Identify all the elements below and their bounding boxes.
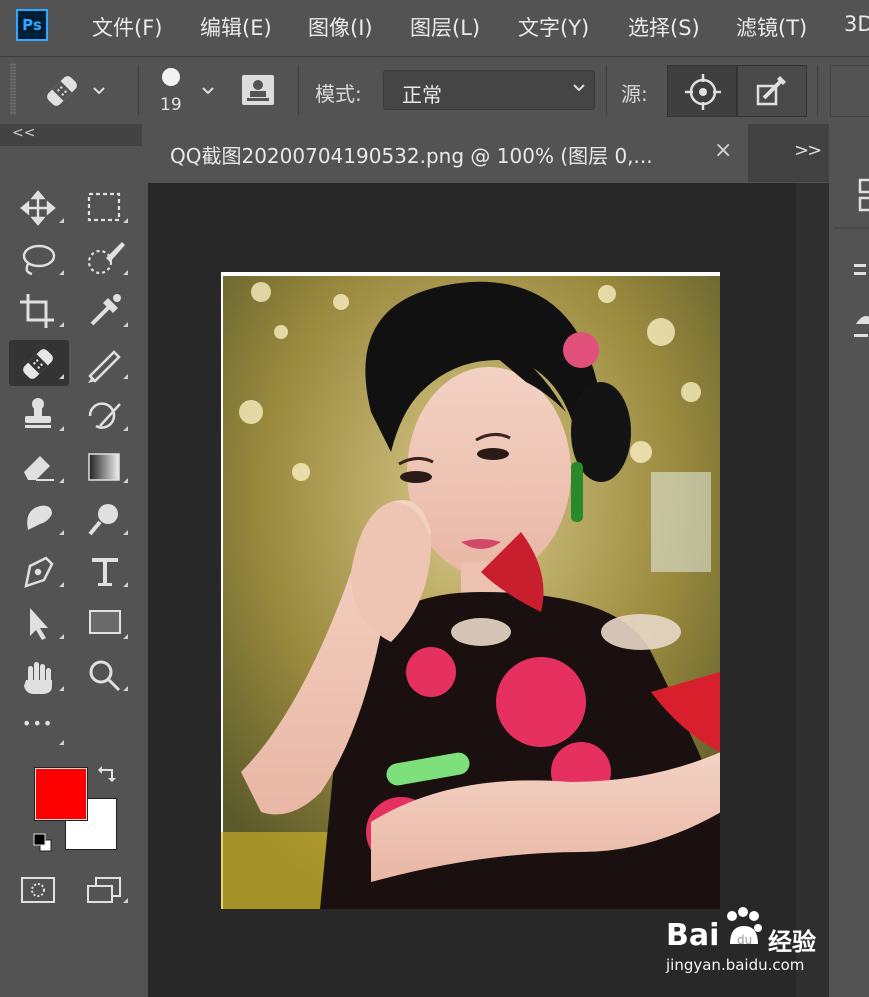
document-tab-title: QQ截图20200704190532.png @ 100% (图层 0,... [170, 144, 653, 168]
quick-selection-icon[interactable] [87, 242, 125, 275]
path-selection-icon[interactable] [30, 608, 48, 640]
eyedropper-pattern-icon [756, 76, 786, 106]
eraser-icon[interactable] [24, 456, 54, 481]
gradient-icon[interactable] [88, 453, 120, 481]
menu-filter[interactable]: 滤镜(T) [736, 12, 807, 42]
options-extra-button[interactable] [830, 65, 869, 117]
eyedropper-icon[interactable] [90, 294, 121, 326]
watermark-brand-a: Bai [666, 918, 720, 953]
mode-label: 模式: [315, 82, 362, 106]
watermark-brand-b: 经验 [768, 928, 816, 956]
watermark-url: jingyan.baidu.com [666, 956, 805, 974]
tools-panel: ••• [0, 146, 140, 997]
hand-icon[interactable] [24, 662, 52, 694]
chevron-down-icon [572, 81, 586, 99]
menu-bar: Ps 文件(F) 编辑(E) 图像(I) 图层(L) 文字(Y) 选择(S) 滤… [0, 0, 869, 52]
bandage-icon [47, 76, 105, 106]
mode-select[interactable]: 正常 [383, 70, 595, 110]
source-pattern-button[interactable] [737, 65, 807, 117]
separator [298, 65, 299, 115]
menu-file[interactable]: 文件(F) [92, 12, 162, 42]
foreground-color-swatch[interactable] [35, 768, 87, 820]
type-icon[interactable] [92, 558, 118, 586]
svg-text:du: du [737, 933, 752, 947]
baidu-jingyan-watermark: Bai du 经验 jingyan.baidu.com [666, 904, 836, 974]
rect-marquee-icon[interactable] [87, 192, 121, 222]
crop-icon[interactable] [20, 294, 54, 328]
paragraph-icon[interactable] [854, 264, 866, 275]
menu-3d[interactable]: 3D [844, 12, 869, 36]
options-bar: 19 模式: 正常 源: [0, 56, 869, 123]
default-colors-icon[interactable] [32, 832, 54, 854]
mode-value: 正常 [402, 83, 442, 107]
canvas-photo[interactable] [221, 272, 720, 909]
logo-text: Ps [22, 16, 42, 34]
separator [138, 65, 139, 115]
swap-colors-icon[interactable] [96, 764, 120, 786]
options-grip[interactable] [10, 63, 16, 115]
separator [817, 65, 818, 115]
right-panel-icons [834, 178, 869, 369]
move-icon[interactable] [20, 190, 56, 226]
brush-size-value: 19 [160, 95, 182, 115]
tabs-overflow-icon[interactable]: >> [794, 140, 822, 161]
document-tab-bar: QQ截图20200704190532.png @ 100% (图层 0,... … [148, 124, 829, 182]
history-brush-icon[interactable] [88, 402, 121, 429]
vertical-scrollbar[interactable] [796, 183, 829, 997]
lasso-icon[interactable] [22, 244, 56, 276]
right-panel-dock [834, 124, 869, 997]
menu-select[interactable]: 选择(S) [628, 12, 700, 42]
adjustments-icon[interactable] [854, 316, 869, 337]
toolbar-header[interactable]: << [0, 124, 142, 146]
brush-picker[interactable]: 19 [150, 63, 222, 117]
zoom-icon[interactable] [89, 660, 121, 692]
photoshop-logo[interactable]: Ps [16, 9, 48, 41]
menu-layer[interactable]: 图层(L) [410, 12, 480, 42]
menu-image[interactable]: 图像(I) [308, 12, 373, 42]
quick-mask-icon[interactable] [21, 877, 55, 903]
baidu-paw-icon: du [727, 907, 762, 947]
brush-icon[interactable] [88, 350, 121, 383]
stamp-source-icon [242, 75, 274, 105]
pattern-source-button[interactable] [238, 73, 278, 109]
collapse-left-icon[interactable]: << [12, 125, 35, 141]
crosshair-target-icon [685, 74, 721, 110]
document-tab[interactable]: QQ截图20200704190532.png @ 100% (图层 0,... … [148, 124, 748, 182]
rectangle-shape-icon[interactable] [89, 610, 121, 634]
source-sampled-button[interactable] [667, 65, 737, 117]
menu-edit[interactable]: 编辑(E) [200, 12, 272, 42]
dodge-icon[interactable] [88, 504, 118, 536]
smudge-icon[interactable] [27, 505, 52, 530]
menu-type[interactable]: 文字(Y) [518, 12, 589, 42]
source-label: 源: [621, 82, 648, 106]
clone-stamp-icon[interactable] [25, 398, 51, 428]
libraries-icon[interactable] [858, 178, 869, 212]
pen-icon[interactable] [24, 556, 54, 588]
screen-mode-icon[interactable] [87, 877, 121, 903]
close-icon[interactable]: × [714, 138, 732, 163]
more-tools-icon[interactable]: ••• [22, 714, 53, 733]
chevron-down-icon [93, 87, 105, 95]
separator [606, 65, 607, 115]
tool-preset-picker[interactable] [40, 71, 120, 111]
